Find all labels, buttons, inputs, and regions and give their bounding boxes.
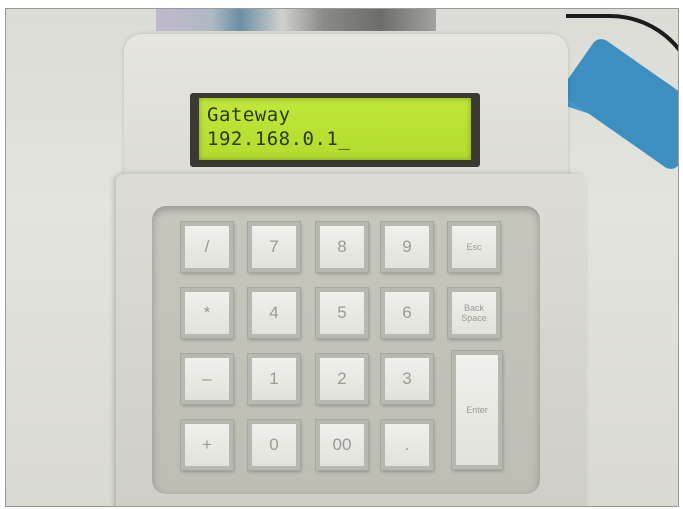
- key-7[interactable]: 7: [248, 222, 300, 272]
- lcd-line-2: 192.168.0.1_: [207, 128, 351, 150]
- photo-frame: Gateway 192.168.0.1_ / 7 8 9 Esc * 4 5 6…: [5, 8, 679, 507]
- key-00[interactable]: 00: [316, 420, 368, 470]
- key-8[interactable]: 8: [316, 222, 368, 272]
- key-9[interactable]: 9: [381, 222, 433, 272]
- key-4[interactable]: 4: [248, 288, 300, 338]
- key-enter[interactable]: Enter: [452, 351, 502, 469]
- key-minus[interactable]: –: [181, 354, 233, 404]
- key-2[interactable]: 2: [316, 354, 368, 404]
- key-6[interactable]: 6: [381, 288, 433, 338]
- key-asterisk[interactable]: *: [181, 288, 233, 338]
- connector-cluster: [156, 9, 436, 31]
- lcd-line-1: Gateway: [207, 104, 291, 126]
- key-slash[interactable]: /: [181, 222, 233, 272]
- black-power-cable: [566, 14, 678, 128]
- key-dot[interactable]: .: [381, 420, 433, 470]
- key-3[interactable]: 3: [381, 354, 433, 404]
- key-backspace[interactable]: Back Space: [448, 288, 500, 338]
- key-plus[interactable]: +: [181, 420, 233, 470]
- key-5[interactable]: 5: [316, 288, 368, 338]
- key-esc[interactable]: Esc: [448, 222, 500, 272]
- key-0[interactable]: 0: [248, 420, 300, 470]
- lcd-display: Gateway 192.168.0.1_: [199, 98, 471, 160]
- key-1[interactable]: 1: [248, 354, 300, 404]
